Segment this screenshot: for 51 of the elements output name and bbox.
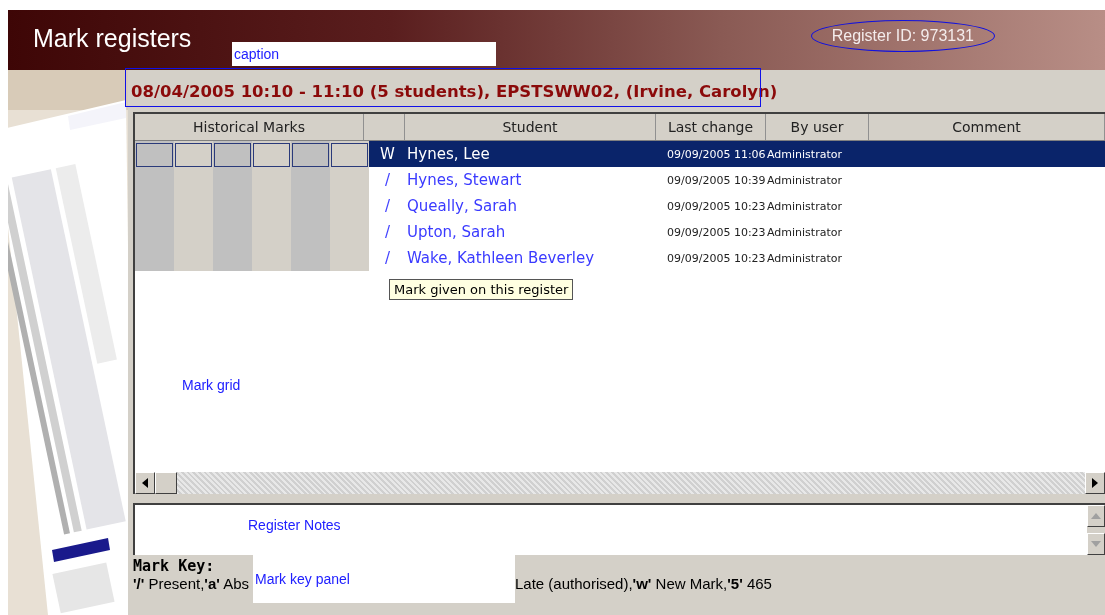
mark-value: / [383,249,392,267]
tooltip: Mark given on this register [389,279,574,300]
column-header[interactable]: Historical Marks [135,114,364,140]
scroll-right-button[interactable] [1085,472,1105,494]
mark-cell[interactable] [136,143,173,167]
student-row[interactable]: W Hynes, Lee 09/09/2005 11:06Administrator [369,141,1105,167]
mark-key-text: Late (authorised),'w' New Mark,'5' 465 [515,575,772,592]
by-user: Administrator [767,251,843,265]
mark-value: / [383,171,392,189]
by-user: Administrator [767,173,843,187]
student-name: Wake, Kathleen Beverley [406,249,596,267]
student-name: Queally, Sarah [406,197,519,215]
column-header[interactable]: Comment [869,114,1105,140]
student-name: Upton, Sarah [406,223,507,241]
annotation-label: Register Notes [248,517,341,533]
mark-cell[interactable] [175,143,212,167]
right-arrow-icon [1091,478,1099,488]
student-name: Hynes, Stewart [406,171,523,189]
mark-cell[interactable] [253,143,290,167]
column-header[interactable]: Student [405,114,656,140]
down-arrow-icon [1091,541,1101,547]
last-change: 09/09/2005 11:06 [666,147,767,161]
column-header[interactable]: By user [766,114,869,140]
page-title: Mark registers [33,23,192,53]
left-arrow-icon [141,478,149,488]
annotation-label: Mark grid [182,377,241,393]
by-user: Administrator [767,225,843,239]
scroll-thumb[interactable] [155,472,177,494]
mark-key-text: '/' Present,'a' Abs [133,575,250,592]
mark-value: W [379,145,396,163]
column-header[interactable]: Last change [656,114,766,140]
mark-cell[interactable] [214,143,251,167]
last-change: 09/09/2005 10:23 [666,225,767,239]
mark-cell[interactable] [292,143,329,167]
last-change: 09/09/2005 10:23 [666,199,767,213]
by-user: Administrator [767,199,843,213]
scroll-down-button[interactable] [1087,533,1105,555]
mark-key-title: Mark Key: [133,557,216,575]
notes-field[interactable]: Register Notes [133,503,1105,555]
mark-value: / [383,223,392,241]
scroll-left-button[interactable] [135,472,155,494]
scroll-up-button[interactable] [1087,505,1105,527]
last-change: 09/09/2005 10:39 [666,173,767,187]
student-name: Hynes, Lee [406,145,491,163]
mark-cell[interactable] [331,143,368,167]
annotation-label: caption [232,42,496,66]
up-arrow-icon [1091,513,1101,519]
last-change: 09/09/2005 10:23 [666,251,767,265]
mark-value: / [383,197,392,215]
by-user: Administrator [767,147,843,161]
annotation-label: Mark key panel [253,555,515,603]
